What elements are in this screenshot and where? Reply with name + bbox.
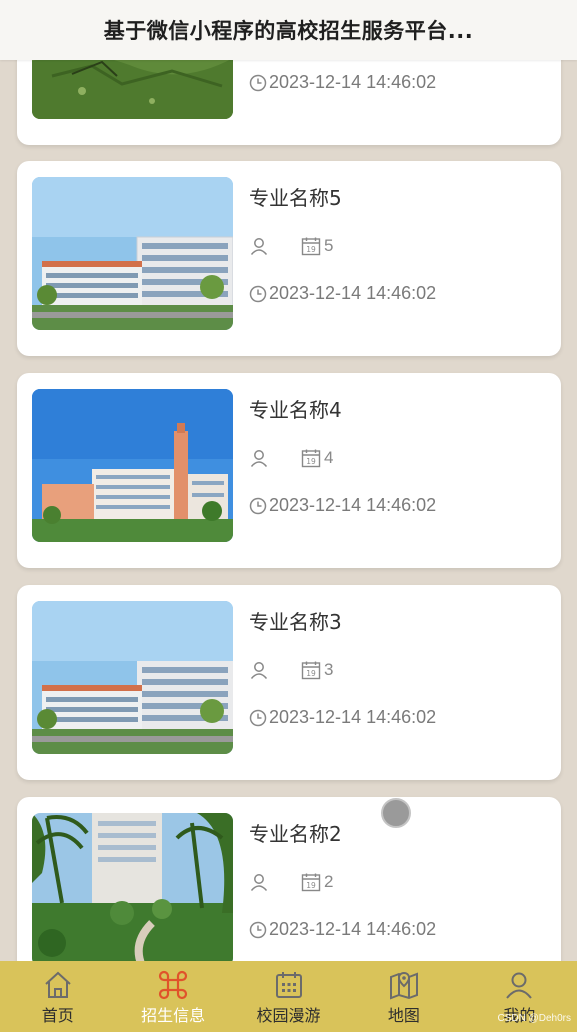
page-title: 基于微信小程序的高校招生服务平台... bbox=[103, 19, 474, 43]
clock-icon bbox=[249, 497, 267, 514]
calendar-icon: 19 bbox=[301, 873, 321, 892]
time-row: 2023-12-14 14:46:02 bbox=[249, 283, 436, 304]
tab-label: 校园漫游 bbox=[256, 1006, 321, 1025]
time-row: 2023-12-14 14:46:02 bbox=[249, 707, 436, 728]
user-icon bbox=[250, 662, 268, 679]
calendar-icon: 19 bbox=[301, 237, 321, 256]
tab-home[interactable]: 首页 bbox=[0, 961, 115, 1032]
clock-icon bbox=[249, 285, 267, 302]
user-icon bbox=[250, 450, 268, 467]
tab-label: 地图 bbox=[387, 1006, 420, 1025]
svg-text:19: 19 bbox=[306, 669, 316, 678]
meta-row: 19 5 bbox=[249, 235, 333, 257]
meta-row: 19 2 bbox=[249, 871, 333, 893]
item-title: 专业名称5 bbox=[249, 186, 342, 210]
watermark: CSDN @Deh0rs bbox=[497, 1013, 571, 1024]
item-time: 2023-12-14 14:46:02 bbox=[269, 72, 437, 92]
item-time: 2023-12-14 14:46:02 bbox=[269, 919, 437, 939]
command-icon bbox=[159, 970, 188, 1000]
list-item[interactable]: 专业名称4 19 4 2023-12-14 14:46:02 bbox=[17, 373, 561, 568]
clock-icon bbox=[249, 709, 267, 726]
time-row: 2023-12-14 14:46:02 bbox=[249, 495, 436, 516]
clock-icon bbox=[249, 921, 267, 938]
tab-map[interactable]: 地图 bbox=[346, 961, 461, 1032]
list-item-image bbox=[32, 177, 233, 330]
time-row: 2023-12-14 14:46:02 bbox=[249, 919, 436, 940]
calendar-board-icon bbox=[275, 972, 302, 998]
list-item-image bbox=[32, 389, 233, 542]
item-views: 2 bbox=[324, 872, 334, 891]
map-icon bbox=[389, 971, 418, 1000]
home-icon bbox=[45, 971, 71, 998]
calendar-icon: 19 bbox=[301, 449, 321, 468]
item-time: 2023-12-14 14:46:02 bbox=[269, 283, 437, 303]
tab-label: 招生信息 bbox=[141, 1006, 206, 1025]
tab-campus-tour[interactable]: 校园漫游 bbox=[231, 961, 346, 1032]
list-item-image bbox=[32, 601, 233, 754]
item-title: 专业名称4 bbox=[249, 398, 342, 422]
item-time: 2023-12-14 14:46:02 bbox=[269, 707, 437, 727]
list-item[interactable]: 专业名称3 19 3 2023-12-14 14:46:02 bbox=[17, 585, 561, 780]
svg-text:19: 19 bbox=[306, 245, 316, 254]
item-time: 2023-12-14 14:46:02 bbox=[269, 495, 437, 515]
floating-touch-indicator bbox=[381, 798, 411, 828]
svg-text:19: 19 bbox=[306, 457, 316, 466]
item-title: 专业名称3 bbox=[249, 610, 342, 634]
list-item-image bbox=[32, 813, 233, 966]
user-icon bbox=[250, 238, 268, 255]
calendar-icon: 19 bbox=[301, 661, 321, 680]
clock-icon bbox=[249, 74, 267, 91]
time-row: 2023-12-14 14:46:02 bbox=[249, 72, 436, 93]
user-icon bbox=[506, 972, 533, 999]
user-icon bbox=[250, 874, 268, 891]
meta-row: 19 3 bbox=[249, 659, 333, 681]
item-views: 4 bbox=[324, 448, 334, 467]
item-views: 5 bbox=[324, 236, 334, 255]
page-header: 基于微信小程序的高校招生服务平台... bbox=[0, 0, 577, 60]
tab-label: 首页 bbox=[41, 1006, 74, 1025]
meta-row: 19 4 bbox=[249, 447, 333, 469]
bottom-tabbar: 首页 招生信息 校园漫游 地图 我的 bbox=[0, 961, 577, 1032]
item-title: 专业名称2 bbox=[249, 822, 342, 846]
svg-text:19: 19 bbox=[306, 881, 316, 890]
tab-admission-info[interactable]: 招生信息 bbox=[115, 961, 230, 1032]
item-views: 3 bbox=[324, 660, 334, 679]
list-item[interactable]: 专业名称5 19 5 2023-12-14 14:46:02 bbox=[17, 161, 561, 356]
